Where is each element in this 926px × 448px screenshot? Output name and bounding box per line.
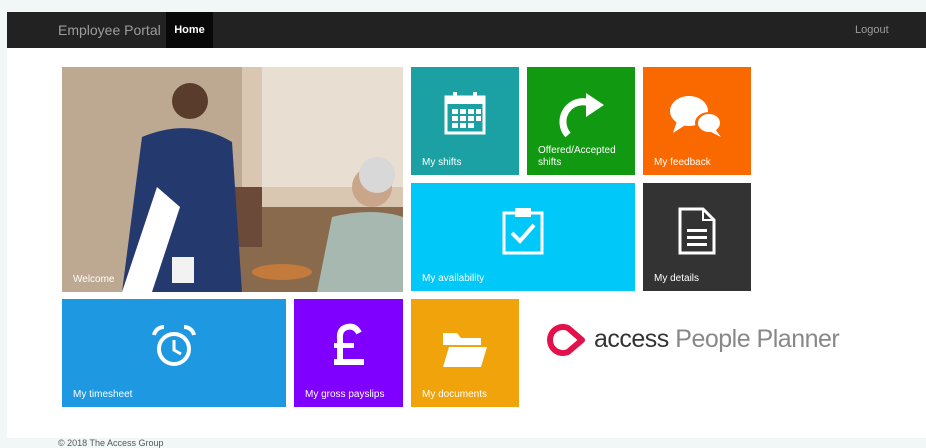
my-shifts-tile[interactable]: My shifts	[411, 67, 519, 175]
logo-brand-text: access	[594, 325, 669, 353]
my-documents-label: My documents	[422, 389, 488, 400]
footer-copyright: © 2018 The Access Group	[58, 438, 164, 448]
alarm-clock-icon	[152, 325, 196, 366]
welcome-tile[interactable]: Welcome	[62, 67, 403, 292]
access-logo-mark	[547, 324, 585, 356]
my-documents-tile[interactable]: My documents	[411, 299, 519, 407]
my-feedback-label: My feedback	[654, 157, 711, 168]
my-details-tile[interactable]: My details	[643, 183, 751, 291]
my-availability-tile[interactable]: My availability	[411, 183, 635, 291]
welcome-photo	[62, 67, 403, 292]
redo-arrow-icon	[559, 93, 604, 138]
my-feedback-tile[interactable]: My feedback	[643, 67, 751, 175]
my-timesheet-label: My timesheet	[73, 389, 133, 400]
offered-accepted-shifts-label: Offered/Accepted shifts	[538, 145, 616, 168]
my-timesheet-tile[interactable]: My timesheet	[62, 299, 286, 407]
logo-product-text: People Planner	[675, 325, 840, 353]
my-gross-payslips-label: My gross payslips	[305, 389, 385, 400]
my-details-label: My details	[654, 273, 700, 284]
my-shifts-label: My shifts	[422, 157, 462, 168]
calendar-icon	[444, 92, 486, 135]
access-people-planner-logo: access People Planner	[594, 324, 840, 354]
navbar: Employee Portal Home Logout	[7, 12, 926, 48]
brand-link[interactable]: Employee Portal	[58, 12, 161, 48]
clipboard-check-icon	[502, 208, 544, 255]
my-gross-payslips-tile[interactable]: My gross payslips	[294, 299, 403, 407]
my-availability-label: My availability	[422, 273, 485, 284]
speech-bubbles-icon	[670, 96, 723, 137]
offered-accepted-shifts-tile[interactable]: Offered/Accepted shifts	[527, 67, 635, 175]
pound-icon	[333, 323, 364, 365]
document-icon	[678, 207, 716, 255]
nav-home[interactable]: Home	[166, 12, 213, 48]
logout-link[interactable]: Logout	[855, 12, 889, 48]
welcome-label: Welcome	[73, 274, 115, 285]
folder-icon	[443, 333, 487, 367]
